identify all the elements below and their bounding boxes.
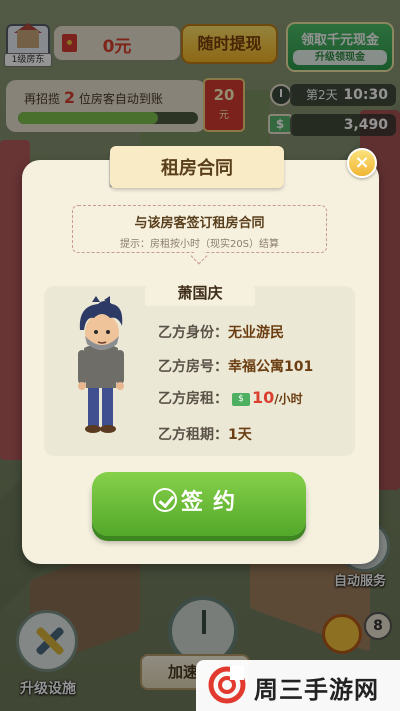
sign-label: 签约: [180, 490, 245, 515]
contract-title-tab: 租房合同: [110, 146, 284, 188]
watermark: 周三手游网: [196, 660, 400, 711]
rent-value: 10: [252, 388, 275, 407]
identity-value: 无业游民: [228, 325, 284, 341]
rent-unit: /小时: [274, 392, 303, 406]
rent-label: 乙方房租：: [158, 391, 228, 407]
contract-prompt-bubble: 与该房客签订租房合同 提示：房租按小时（现实20S）结算: [72, 205, 327, 253]
contract-prompt: 与该房客签订租房合同: [134, 216, 265, 231]
period-label: 乙方租期：: [158, 427, 228, 443]
tenant-character: [78, 296, 124, 433]
check-circle-icon: [152, 488, 177, 512]
watermark-text: 周三手游网: [254, 676, 379, 704]
period-value: 1天: [228, 427, 252, 443]
sign-contract-button[interactable]: 签约: [92, 472, 306, 536]
close-button[interactable]: ×: [347, 148, 377, 178]
contract-title: 租房合同: [161, 158, 233, 179]
room-label: 乙方房号：: [158, 359, 228, 375]
identity-label: 乙方身份：: [158, 325, 228, 341]
cash-bill-icon: $: [232, 392, 250, 406]
room-row: 乙方房号：幸福公寓101: [158, 356, 313, 376]
tenant-name: 萧国庆: [145, 278, 255, 306]
watermark-logo: [208, 666, 246, 704]
room-value: 幸福公寓101: [228, 359, 314, 375]
period-row: 乙方租期：1天: [158, 424, 252, 444]
rent-row: 乙方房租： $10/小时: [158, 388, 303, 408]
identity-row: 乙方身份：无业游民: [158, 322, 284, 342]
